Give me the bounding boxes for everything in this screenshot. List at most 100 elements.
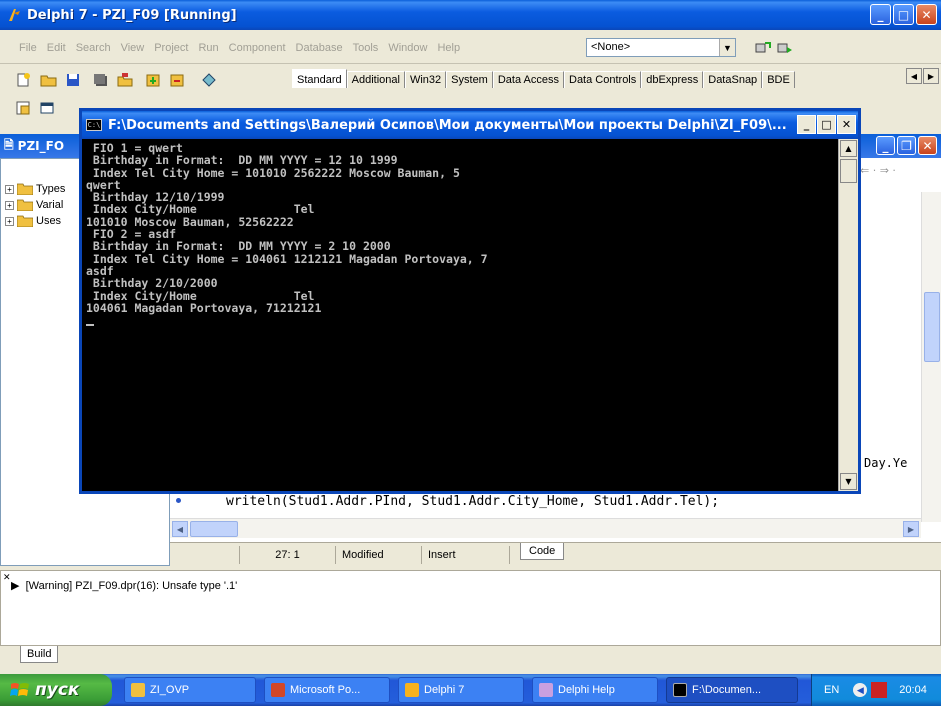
console-line: Birthday in Format: DD MM YYYY = 12 10 1… <box>86 153 398 168</box>
view-unit-icon[interactable] <box>14 100 32 116</box>
console-titlebar[interactable]: C:\ F:\Documents and Settings\Валерий Ос… <box>82 111 858 139</box>
chevron-right-icon[interactable]: ▶ <box>923 68 939 84</box>
palette-tab-data-access[interactable]: Data Access <box>492 71 564 88</box>
scroll-left-icon[interactable]: ◀ <box>172 521 188 537</box>
editor-horizontal-scrollbar[interactable]: ◀ ▶ <box>170 518 921 538</box>
document-icon: 🗎 <box>4 137 14 152</box>
menu-item-search[interactable]: Search <box>71 42 116 54</box>
start-label: пуск <box>35 680 80 700</box>
console-maximize-button[interactable]: □ <box>817 115 836 134</box>
console-scrollbar[interactable]: ▲ ▼ <box>838 139 858 491</box>
console-icon: C:\ <box>86 119 102 131</box>
palette-tab-data-controls[interactable]: Data Controls <box>564 71 642 88</box>
start-button[interactable]: пуск <box>0 674 112 706</box>
editor-restore-button[interactable]: ❐ <box>897 136 916 155</box>
console-scroll-thumb[interactable] <box>840 159 857 183</box>
chevron-down-icon[interactable]: ▼ <box>719 39 735 56</box>
close-button[interactable]: ✕ <box>916 4 937 25</box>
help-icon[interactable] <box>200 72 218 88</box>
menu-item-component[interactable]: Component <box>224 42 291 54</box>
palette-tab-bde[interactable]: BDE <box>762 71 795 88</box>
menu-item-file[interactable]: File <box>14 42 42 54</box>
task-delphi[interactable]: Delphi 7 <box>398 677 524 703</box>
window-title: Delphi 7 - PZI_F09 [Running] <box>27 7 237 23</box>
open-project-icon[interactable] <box>116 72 134 88</box>
open-icon[interactable] <box>40 72 58 88</box>
messages-panel[interactable]: ✕ ▶ [Warning] PZI_F09.dpr(16): Unsafe ty… <box>0 570 941 646</box>
menu-item-help[interactable]: Help <box>432 42 465 54</box>
code-fragment: Day.Ye <box>864 456 908 470</box>
save-all-icon[interactable] <box>92 72 110 88</box>
maximize-button[interactable]: □ <box>893 4 914 25</box>
scroll-right-icon[interactable]: ▶ <box>903 521 919 537</box>
console-line: 104061 Magadan Portovaya, 71212121 <box>86 300 322 315</box>
scroll-down-icon[interactable]: ▼ <box>840 473 857 490</box>
menu-item-tools[interactable]: Tools <box>348 42 384 54</box>
menu-item-edit[interactable]: Edit <box>42 42 71 54</box>
task-label: ZI_OVP <box>150 684 190 696</box>
palette-tab-dbexpress[interactable]: dbExpress <box>641 71 704 88</box>
view-form-icon[interactable] <box>38 100 56 116</box>
delphi-icon <box>9 9 20 21</box>
delphi-icon <box>405 683 419 697</box>
arrow-right-icon: ▶ <box>11 580 26 592</box>
warning-message[interactable]: ▶ [Warning] PZI_F09.dpr(16): Unsafe type… <box>11 579 237 592</box>
palette-tab-system[interactable]: System <box>446 71 493 88</box>
editor-vertical-scrollbar[interactable] <box>921 192 941 522</box>
warning-text: [Warning] PZI_F09.dpr(16): Unsafe type '… <box>25 580 238 592</box>
task-delphi-help[interactable]: Delphi Help <box>532 677 658 703</box>
tab-build[interactable]: Build <box>20 646 59 663</box>
task-label: F:\Documen... <box>692 684 762 696</box>
expand-icon[interactable]: + <box>5 200 14 210</box>
console-line: Index Tel City Home = 101010 2562222 Mos… <box>86 165 460 180</box>
menu-item-run[interactable]: Run <box>193 42 223 54</box>
editor-nav-arrows[interactable]: ⇐ · ⇒ · <box>860 164 896 177</box>
menu-item-database[interactable]: Database <box>291 42 348 54</box>
tray-expand-icon[interactable]: ◀ <box>853 683 868 697</box>
explorer-titlebar[interactable]: 🗎 PZI_FO <box>0 134 80 158</box>
task-zi-ovp[interactable]: ZI_OVP <box>124 677 256 703</box>
hscroll-thumb[interactable] <box>190 521 238 537</box>
console-minimize-button[interactable]: _ <box>797 115 816 134</box>
console-line: Birthday in Format: DD MM YYYY = 2 10 20… <box>86 239 391 254</box>
menu-item-window[interactable]: Window <box>383 42 432 54</box>
close-icon[interactable]: ✕ <box>3 573 11 583</box>
main-titlebar[interactable]: Delphi 7 - PZI_F09 [Running] _ □ ✕ <box>0 0 941 30</box>
expand-icon[interactable]: + <box>5 216 14 226</box>
task-label: Delphi 7 <box>424 684 465 696</box>
minimize-button[interactable]: _ <box>870 4 891 25</box>
console-cursor <box>86 324 94 327</box>
task-powerpoint[interactable]: Microsoft Po... <box>264 677 390 703</box>
system-tray: EN ◀ 20:04 <box>811 674 941 706</box>
language-indicator[interactable]: EN <box>824 684 839 696</box>
run-config-icon[interactable] <box>754 40 772 56</box>
new-icon[interactable] <box>14 72 32 88</box>
editor-minimize-button[interactable]: _ <box>876 136 895 155</box>
task-label: Delphi Help <box>558 684 615 696</box>
palette-tab-standard[interactable]: Standard <box>292 69 347 88</box>
editor-scroll-thumb[interactable] <box>924 292 940 362</box>
add-file-icon[interactable] <box>144 72 162 88</box>
palette-tab-win32[interactable]: Win32 <box>404 71 447 88</box>
menu-item-project[interactable]: Project <box>149 42 193 54</box>
console-close-button[interactable]: ✕ <box>837 115 856 134</box>
chevron-left-icon[interactable]: ◀ <box>906 68 922 84</box>
tab-code[interactable]: Code <box>520 542 565 560</box>
component-combo[interactable]: <None> ▼ <box>586 38 736 57</box>
remove-file-icon[interactable] <box>168 72 186 88</box>
run-target-icon[interactable] <box>776 40 794 56</box>
editor-close-button[interactable]: ✕ <box>918 136 937 155</box>
clock[interactable]: 20:04 <box>899 684 927 696</box>
save-icon[interactable] <box>64 72 82 88</box>
console-output[interactable]: FIO 1 = qwert Birthday in Format: DD MM … <box>82 139 838 491</box>
menu-item-view[interactable]: View <box>116 42 150 54</box>
task-console[interactable]: F:\Documen... <box>666 677 798 703</box>
console-window[interactable]: C:\ F:\Documents and Settings\Валерий Ос… <box>79 108 861 494</box>
scroll-up-icon[interactable]: ▲ <box>840 140 857 157</box>
palette-tab-datasnap[interactable]: DataSnap <box>703 71 763 88</box>
expand-icon[interactable]: + <box>5 184 14 194</box>
tray-app-icon[interactable] <box>871 682 888 698</box>
palette-tab-additional[interactable]: Additional <box>346 71 405 88</box>
code-line: writeln(Stud1.Addr.PInd, Stud1.Addr.City… <box>226 494 720 509</box>
breakpoint-dot[interactable] <box>176 498 181 503</box>
